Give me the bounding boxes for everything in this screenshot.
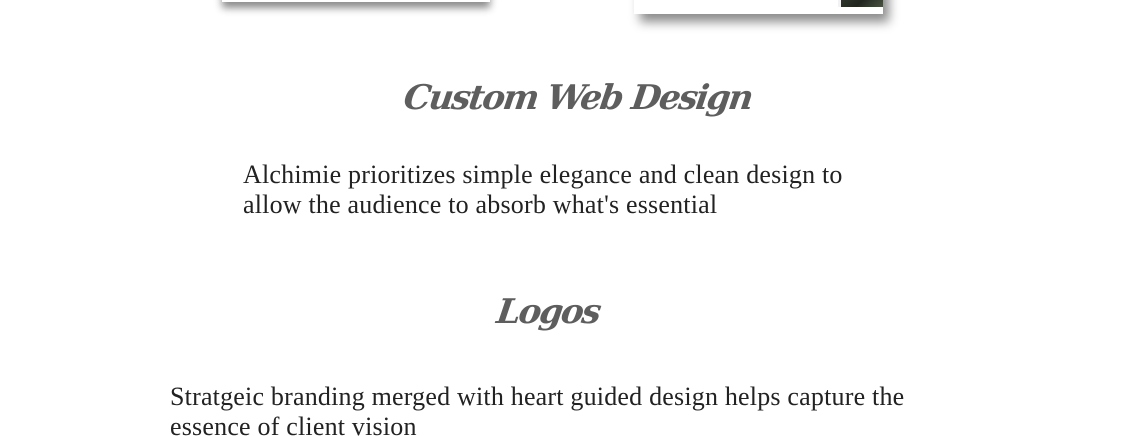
section-description-logos: Stratgeic branding merged with heart gui… (170, 382, 905, 437)
section-description-web-design: Alchimie prioritizes simple elegance and… (243, 160, 843, 219)
portfolio-photo-thumbnail (838, 0, 883, 7)
section-title-web-design: Custom Web Design (401, 78, 755, 118)
section-title-logos: Logos (494, 292, 602, 332)
portfolio-image-card-right[interactable] (634, 0, 883, 14)
portfolio-image-card-left[interactable] (222, 0, 490, 2)
